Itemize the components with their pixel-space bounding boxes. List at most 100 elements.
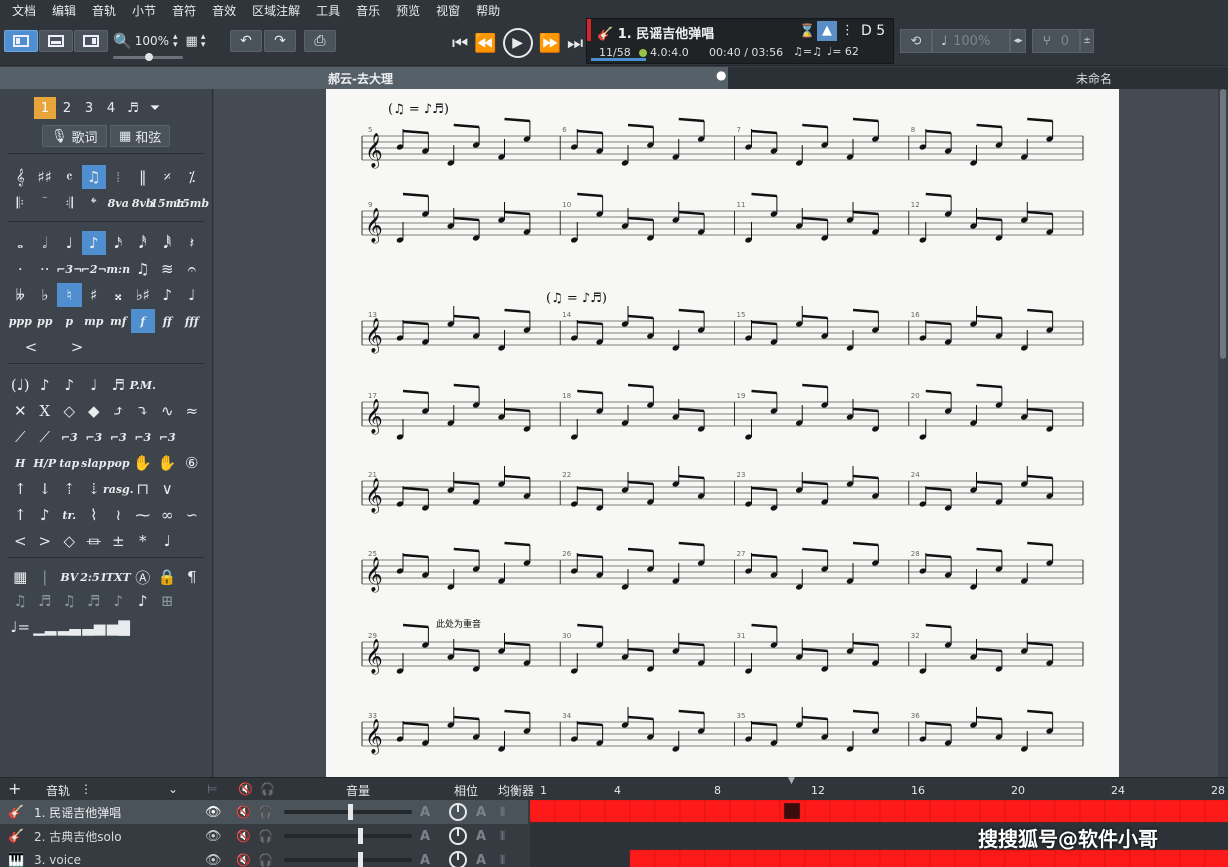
voice-tab-3[interactable]: 3 bbox=[78, 97, 100, 119]
loop-button[interactable]: ⟲ bbox=[900, 29, 932, 53]
track-1-bar-block[interactable] bbox=[829, 799, 856, 823]
artificial-harmonic-icon[interactable]: ◆ bbox=[82, 399, 107, 423]
track-1-bar-block[interactable] bbox=[1029, 799, 1056, 823]
track-1-bar-block[interactable] bbox=[1204, 799, 1228, 823]
track-1-bar-block[interactable] bbox=[804, 799, 831, 823]
crescendo-icon[interactable]: < bbox=[8, 335, 54, 359]
chord-diagram-icon[interactable]: ▦ bbox=[8, 565, 33, 589]
mute-icon[interactable]: 🔇 bbox=[236, 829, 251, 843]
solo-headphones-icon[interactable]: 🎧 bbox=[258, 829, 273, 843]
zoom-control[interactable]: 🔍 100% ▴ ▾ ▦ ▴ ▾ bbox=[113, 30, 205, 52]
grace-note-before-icon[interactable]: ♪ bbox=[155, 283, 180, 307]
collapse-chevron-icon[interactable]: ⌄ bbox=[168, 782, 178, 796]
dynamic-fff[interactable]: fff bbox=[180, 309, 205, 333]
track-3-bar-block[interactable] bbox=[629, 849, 656, 867]
volume-knob[interactable] bbox=[348, 804, 353, 820]
technique-rasgueado[interactable]: rasg. bbox=[103, 477, 134, 501]
chords-button[interactable]: ▦ 和弦 bbox=[110, 125, 171, 147]
text-tool[interactable]: TXT bbox=[106, 565, 131, 589]
track-1-bar-block[interactable] bbox=[579, 799, 606, 823]
rest-icon[interactable]: 𝄽 bbox=[180, 231, 205, 255]
go-start-icon[interactable]: ⏮ bbox=[452, 33, 468, 54]
mute-icon[interactable]: 🔇 bbox=[236, 805, 251, 819]
track-3-bar-block[interactable] bbox=[804, 849, 831, 867]
auto-volume-icon[interactable]: A bbox=[420, 805, 430, 820]
ghost-note-icon[interactable]: (♩) bbox=[8, 373, 33, 397]
flat-icon[interactable]: ♭ bbox=[33, 283, 58, 307]
ottava-up-icon[interactable]: 8va bbox=[106, 191, 131, 215]
tab-untitled[interactable]: 未命名 bbox=[1076, 70, 1112, 87]
auto-beam-icon[interactable]: ♫ bbox=[8, 589, 33, 613]
decrescendo-icon[interactable]: > bbox=[54, 335, 100, 359]
tremolo-picking-icon[interactable]: ≀ bbox=[106, 503, 131, 527]
track-3-bar-block[interactable] bbox=[1054, 849, 1081, 867]
pitch-stepper[interactable]: ± bbox=[1080, 29, 1094, 53]
x-note-icon[interactable]: Ⅹ bbox=[33, 399, 58, 423]
track-1-bar-block[interactable] bbox=[1129, 799, 1156, 823]
dynamic-f[interactable]: f bbox=[130, 309, 155, 333]
palm-mute-icon[interactable]: P.M. bbox=[130, 373, 156, 397]
panel-left-button[interactable] bbox=[4, 30, 38, 52]
volume-swell-icon[interactable]: ◇ bbox=[57, 529, 82, 553]
quarter-note-icon[interactable]: ♩ bbox=[57, 231, 82, 255]
page-layout-stepper-icon[interactable]: ▴ ▾ bbox=[201, 33, 206, 50]
menu-view[interactable]: 视窗 bbox=[428, 0, 468, 22]
inverted-turn-icon[interactable]: ∽ bbox=[180, 503, 205, 527]
score-scrollbar[interactable] bbox=[1218, 89, 1228, 777]
trill-icon[interactable]: tr. bbox=[57, 503, 82, 527]
double-sharp-icon[interactable]: 𝄪 bbox=[106, 283, 131, 307]
track-1-bar-block[interactable] bbox=[1054, 799, 1081, 823]
track-1-bar-block[interactable] bbox=[554, 799, 581, 823]
double-bar-icon[interactable]: ⁞ bbox=[106, 165, 131, 189]
eighth-note-icon[interactable]: ♪ bbox=[81, 231, 106, 255]
visibility-eye-icon[interactable]: 👁 bbox=[205, 805, 222, 820]
tracks-menu-icon[interactable]: ⋮ bbox=[80, 782, 92, 796]
speed-stepper[interactable]: ◂▸ bbox=[1010, 29, 1026, 53]
more-icon[interactable]: ⋮ bbox=[841, 23, 854, 38]
menu-effects[interactable]: 音效 bbox=[204, 0, 244, 22]
equalizer-icon[interactable]: ⫴ bbox=[500, 829, 505, 844]
sixteenth-note-icon[interactable]: 𝅘𝅥𝅯 bbox=[106, 231, 131, 255]
page-layout-icon[interactable]: ▦ bbox=[186, 34, 198, 49]
triplet-feel-icon[interactable]: ♫ bbox=[81, 165, 106, 189]
menu-edit[interactable]: 编辑 bbox=[44, 0, 84, 22]
time-signature-icon[interactable]: 𝄴 bbox=[57, 165, 82, 189]
natural-icon[interactable]: ♮ bbox=[57, 283, 82, 307]
track-1-bar-block[interactable] bbox=[729, 799, 756, 823]
zoom-slider[interactable] bbox=[113, 53, 183, 61]
string-six-icon[interactable]: ⑥ bbox=[180, 451, 205, 475]
track-row-3[interactable]: 🎹 3. voice 👁 🔇 🎧 A A ⫴ bbox=[0, 848, 528, 867]
track-3-bar-block[interactable] bbox=[879, 849, 906, 867]
track-1-bar-block[interactable] bbox=[529, 799, 556, 823]
track-3-bar-block[interactable] bbox=[754, 849, 781, 867]
track-1-bar-block[interactable] bbox=[1104, 799, 1131, 823]
scrollbar-thumb[interactable] bbox=[1220, 89, 1226, 359]
arpeggio-up-icon[interactable]: ⇡ bbox=[57, 477, 82, 501]
beam-group-icon[interactable]: ⊞ bbox=[155, 589, 180, 613]
pick-scrape-icon[interactable]: ↑ bbox=[8, 503, 33, 527]
track-1-bar-block[interactable] bbox=[904, 799, 931, 823]
fade-icon[interactable]: ⁓ bbox=[131, 503, 156, 527]
dynamic-mf[interactable]: mf bbox=[106, 309, 131, 333]
track-1-bar-block[interactable] bbox=[754, 799, 781, 823]
fade-in-icon[interactable]: < bbox=[8, 529, 33, 553]
track-3-bar-block[interactable] bbox=[1079, 849, 1106, 867]
slide-down-icon[interactable]: ⌐3 bbox=[155, 425, 180, 449]
track-1-bar-block[interactable] bbox=[1179, 799, 1206, 823]
fade-out-icon[interactable]: > bbox=[33, 529, 58, 553]
track-3-bar-block[interactable] bbox=[1004, 849, 1031, 867]
tie-icon[interactable]: ♫ bbox=[131, 257, 156, 281]
slide-in-icon[interactable]: ⟋ bbox=[33, 425, 58, 449]
solo-headphones-icon[interactable]: 🎧 bbox=[258, 853, 273, 867]
vibrato-icon[interactable]: ∿ bbox=[155, 399, 180, 423]
menu-music[interactable]: 音乐 bbox=[348, 0, 388, 22]
quindicesima-down-icon[interactable]: 15mb bbox=[174, 191, 209, 215]
velocity-level-3-icon[interactable]: ▂▃ bbox=[57, 615, 82, 639]
volume-slider[interactable] bbox=[284, 804, 412, 820]
repeat-two-icon[interactable]: ⁒ bbox=[180, 165, 205, 189]
heavy-accent-icon[interactable]: ♪ bbox=[57, 373, 82, 397]
wide-vibrato-icon[interactable]: ≈ bbox=[180, 399, 205, 423]
track-1-bar-block[interactable] bbox=[929, 799, 956, 823]
voice-tab-4[interactable]: 4 bbox=[100, 97, 122, 119]
lcd-track-title[interactable]: 🎸 1. 民谣吉他弹唱 bbox=[597, 23, 714, 42]
